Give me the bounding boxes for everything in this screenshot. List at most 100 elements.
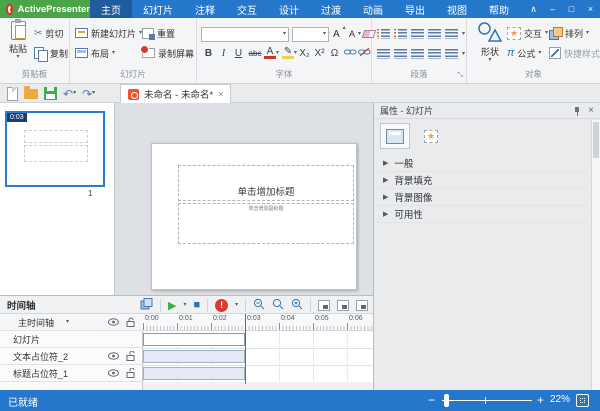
save-button[interactable] bbox=[41, 84, 60, 103]
layout-button[interactable]: 布局 ▾ bbox=[75, 45, 115, 61]
open-button[interactable] bbox=[21, 84, 41, 103]
copy-button[interactable]: 复制 bbox=[34, 45, 68, 61]
justify-icon[interactable] bbox=[428, 49, 441, 59]
line-spacing-icon[interactable] bbox=[445, 29, 458, 39]
menu-tab-slide[interactable]: 幻灯片 bbox=[132, 0, 184, 18]
stop-button[interactable]: ■ bbox=[193, 299, 200, 311]
superscript-button[interactable]: X² bbox=[312, 48, 327, 59]
timeline-option-icon-3[interactable] bbox=[356, 300, 368, 311]
paste-button[interactable]: 粘贴 ▾ bbox=[2, 21, 34, 60]
highlight-color-button[interactable]: ✎ bbox=[282, 47, 294, 59]
bold-button[interactable]: B bbox=[201, 48, 216, 59]
section-background-image[interactable]: ▶ 背景图像 bbox=[374, 189, 588, 206]
text-direction-icon[interactable] bbox=[445, 49, 458, 59]
new-document-button[interactable] bbox=[4, 84, 21, 103]
document-tab[interactable]: 未命名 - 未命名* × bbox=[120, 84, 231, 103]
playhead[interactable] bbox=[245, 314, 246, 384]
zoom-increase-icon[interactable]: + bbox=[537, 393, 544, 407]
italic-button[interactable]: I bbox=[216, 48, 231, 59]
menu-tab-transitions[interactable]: 过渡 bbox=[310, 0, 352, 18]
tab-interactivity[interactable]: ★ bbox=[416, 123, 446, 149]
unlink-button[interactable] bbox=[358, 47, 371, 59]
font-color-caret-icon[interactable]: ▾ bbox=[276, 51, 279, 56]
increase-font-button[interactable]: A▴ bbox=[333, 26, 346, 42]
timeline-row-text-placeholder[interactable]: 文本占位符_2 bbox=[0, 348, 143, 365]
timeline-row-slide[interactable]: 幻灯片 bbox=[0, 331, 143, 348]
timeline-option-icon-1[interactable] bbox=[318, 300, 330, 311]
bullet-list-icon[interactable] bbox=[394, 29, 407, 39]
tab-slide-properties[interactable] bbox=[380, 123, 410, 149]
menu-tab-home[interactable]: 主页 bbox=[90, 0, 132, 18]
section-background-fill[interactable]: ▶ 背景填充 bbox=[374, 172, 588, 189]
menu-tab-annotations[interactable]: 注释 bbox=[184, 0, 226, 18]
slide-thumbnail[interactable]: 0:03 bbox=[5, 111, 105, 187]
properties-scrollbar[interactable] bbox=[591, 120, 600, 390]
timeline-ruler[interactable]: 0:00 0:01 0:02 0:03 0:04 0:05 0:06 bbox=[143, 314, 373, 331]
layers-icon[interactable] bbox=[140, 298, 153, 312]
fit-to-window-icon[interactable] bbox=[576, 394, 589, 407]
align-right-icon[interactable] bbox=[411, 49, 424, 59]
underline-button[interactable]: U bbox=[231, 48, 246, 59]
section-general[interactable]: ▶ 一般 bbox=[374, 155, 588, 172]
font-size-select[interactable]: ▾ bbox=[292, 27, 329, 42]
interaction-button[interactable]: ★ 交互 ▾ bbox=[507, 25, 548, 41]
align-center-icon[interactable] bbox=[394, 49, 407, 59]
decrease-indent-icon[interactable] bbox=[411, 29, 424, 39]
timeline-track-area[interactable] bbox=[143, 331, 373, 382]
eye-icon[interactable] bbox=[108, 318, 119, 326]
zoom-decrease-icon[interactable]: − bbox=[428, 393, 435, 407]
unlock-icon[interactable] bbox=[126, 351, 135, 361]
minimize-icon[interactable]: – bbox=[543, 0, 562, 18]
undo-button[interactable]: ↶▾ bbox=[60, 84, 79, 103]
align-left-icon[interactable] bbox=[377, 49, 390, 59]
close-panel-icon[interactable]: × bbox=[588, 105, 594, 116]
timeline-row-title-placeholder[interactable]: 标题占位符_1 bbox=[0, 365, 143, 382]
decrease-font-button[interactable]: A▾ bbox=[349, 26, 361, 42]
maximize-icon[interactable]: □ bbox=[562, 0, 581, 18]
eye-icon[interactable] bbox=[108, 352, 119, 360]
title-placeholder[interactable]: 单击增加标题 bbox=[178, 165, 354, 201]
strikethrough-button[interactable]: abc bbox=[246, 49, 264, 58]
timeline-option-icon-2[interactable] bbox=[337, 300, 349, 311]
zoom-slider-thumb[interactable] bbox=[444, 394, 449, 407]
quick-style-button[interactable]: 快捷样式 bbox=[549, 45, 600, 61]
link-button[interactable] bbox=[344, 47, 357, 59]
font-family-select[interactable]: ▾ bbox=[201, 27, 289, 42]
pin-panel-icon[interactable] bbox=[572, 106, 582, 116]
numbered-list-icon[interactable] bbox=[377, 29, 390, 39]
font-color-button[interactable]: A bbox=[264, 47, 276, 59]
record-caret-icon[interactable]: ▾ bbox=[235, 303, 238, 308]
shapes-button[interactable]: 形状 ▾ bbox=[474, 21, 506, 63]
collapse-ribbon-icon[interactable]: ∧ bbox=[524, 0, 543, 18]
track-bar-slide[interactable] bbox=[143, 333, 245, 346]
subscript-button[interactable]: X₂ bbox=[297, 48, 312, 59]
menu-tab-export[interactable]: 导出 bbox=[394, 0, 436, 18]
increase-indent-icon[interactable] bbox=[428, 29, 441, 39]
menu-tab-design[interactable]: 设计 bbox=[268, 0, 310, 18]
new-slide-button[interactable]: 新建幻灯片 ▾ bbox=[75, 25, 142, 41]
equation-button[interactable]: π 公式 ▾ bbox=[507, 45, 541, 61]
close-icon[interactable]: × bbox=[581, 0, 600, 18]
zoom-slider-track[interactable] bbox=[442, 400, 532, 401]
reset-button[interactable]: 重置 bbox=[142, 25, 175, 41]
play-button[interactable]: ▶ bbox=[168, 299, 176, 312]
document-tab-close-icon[interactable]: × bbox=[218, 89, 223, 99]
arrange-button[interactable]: 排列 ▾ bbox=[549, 25, 589, 41]
menu-tab-help[interactable]: 帮助 bbox=[478, 0, 520, 18]
canvas-area[interactable]: 单击增加标题 单击增加副标题 bbox=[115, 103, 373, 295]
symbol-button[interactable]: Ω bbox=[327, 48, 342, 59]
cut-button[interactable]: ✂ 剪切 bbox=[34, 25, 63, 41]
play-caret-icon[interactable]: ▾ bbox=[183, 303, 186, 308]
paragraph-dialog-launcher-icon[interactable]: ⤡ bbox=[457, 72, 463, 80]
record-screen-button[interactable]: 录制屏幕 bbox=[142, 45, 194, 61]
menu-tab-animations[interactable]: 动画 bbox=[352, 0, 394, 18]
slide-canvas[interactable]: 单击增加标题 单击增加副标题 bbox=[151, 143, 357, 290]
section-accessibility[interactable]: ▶ 可用性 bbox=[374, 206, 588, 223]
zoom-out-icon[interactable] bbox=[253, 298, 265, 312]
track-bar-title-placeholder[interactable] bbox=[143, 367, 245, 380]
text-direction-caret-icon[interactable]: ▾ bbox=[462, 52, 465, 57]
track-bar-text-placeholder[interactable] bbox=[143, 350, 245, 363]
line-spacing-caret-icon[interactable]: ▾ bbox=[462, 32, 465, 37]
redo-button[interactable]: ↷▾ bbox=[79, 84, 98, 103]
lock-icon[interactable] bbox=[126, 317, 135, 327]
